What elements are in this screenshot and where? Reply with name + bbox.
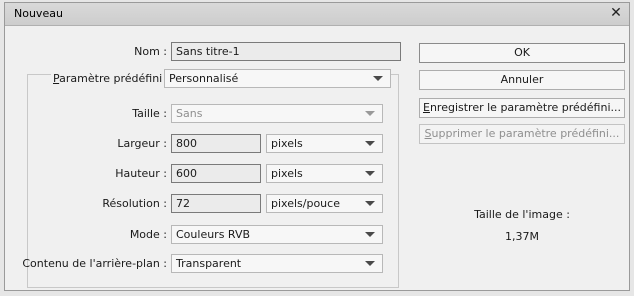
dialog-title: Nouveau (14, 7, 63, 20)
resolution-label: Résolution : (102, 197, 167, 210)
new-document-dialog: Nouveau ✕ Nom : Sans titre-1 Paramètre p… (4, 2, 630, 291)
chevron-down-icon (365, 201, 375, 206)
save-preset-button[interactable]: Enregistrer le paramètre prédéfini... (419, 98, 625, 118)
close-icon[interactable]: ✕ (608, 4, 624, 22)
size-value: Sans (176, 107, 203, 120)
chevron-down-icon (365, 261, 375, 266)
size-label: Taille : (132, 107, 167, 120)
resolution-unit-value: pixels/pouce (271, 197, 340, 210)
resolution-field[interactable]: 72 (171, 194, 261, 213)
preset-label: Paramètre prédéfini : (51, 72, 172, 85)
background-label: Contenu de l'arrière-plan : (22, 257, 167, 270)
mode-select[interactable]: Couleurs RVB (171, 225, 383, 244)
width-unit-select[interactable]: pixels (266, 134, 383, 153)
height-unit-value: pixels (271, 167, 303, 180)
background-value: Transparent (176, 257, 242, 270)
width-field[interactable]: 800 (171, 134, 261, 153)
mode-label: Mode : (129, 228, 167, 241)
resolution-unit-select[interactable]: pixels/pouce (266, 194, 383, 213)
name-label: Nom : (134, 45, 167, 58)
ok-button[interactable]: OK (419, 43, 625, 63)
save-preset-text: nregistrer le paramètre prédéfini... (429, 101, 621, 114)
chevron-down-icon (365, 111, 375, 116)
height-unit-select[interactable]: pixels (266, 164, 383, 183)
delete-preset-text: upprimer le paramètre prédéfini... (431, 127, 620, 140)
chevron-down-icon (365, 141, 375, 146)
cancel-button[interactable]: Annuler (419, 70, 625, 90)
chevron-down-icon (365, 232, 375, 237)
width-label: Largeur : (117, 137, 167, 150)
preset-label-text: aramètre prédéfini : (59, 72, 170, 85)
title-bar[interactable]: Nouveau ✕ (5, 3, 629, 26)
image-size-value: 1,37M (505, 230, 539, 243)
chevron-down-icon (373, 76, 383, 81)
chevron-down-icon (365, 171, 375, 176)
mode-value: Couleurs RVB (176, 228, 251, 241)
delete-preset-button[interactable]: Supprimer le paramètre prédéfini... (419, 124, 625, 144)
preset-value: Personnalisé (169, 72, 239, 85)
image-size-label: Taille de l'image : (474, 208, 570, 221)
save-preset-mnemonic: E (423, 101, 430, 114)
width-unit-value: pixels (271, 137, 303, 150)
height-field[interactable]: 600 (171, 164, 261, 183)
preset-select[interactable]: Personnalisé (164, 69, 391, 88)
background-select[interactable]: Transparent (171, 254, 383, 273)
height-label: Hauteur : (115, 167, 167, 180)
name-field[interactable]: Sans titre-1 (171, 42, 401, 61)
delete-preset-mnemonic: S (424, 127, 432, 140)
size-select[interactable]: Sans (171, 104, 383, 123)
